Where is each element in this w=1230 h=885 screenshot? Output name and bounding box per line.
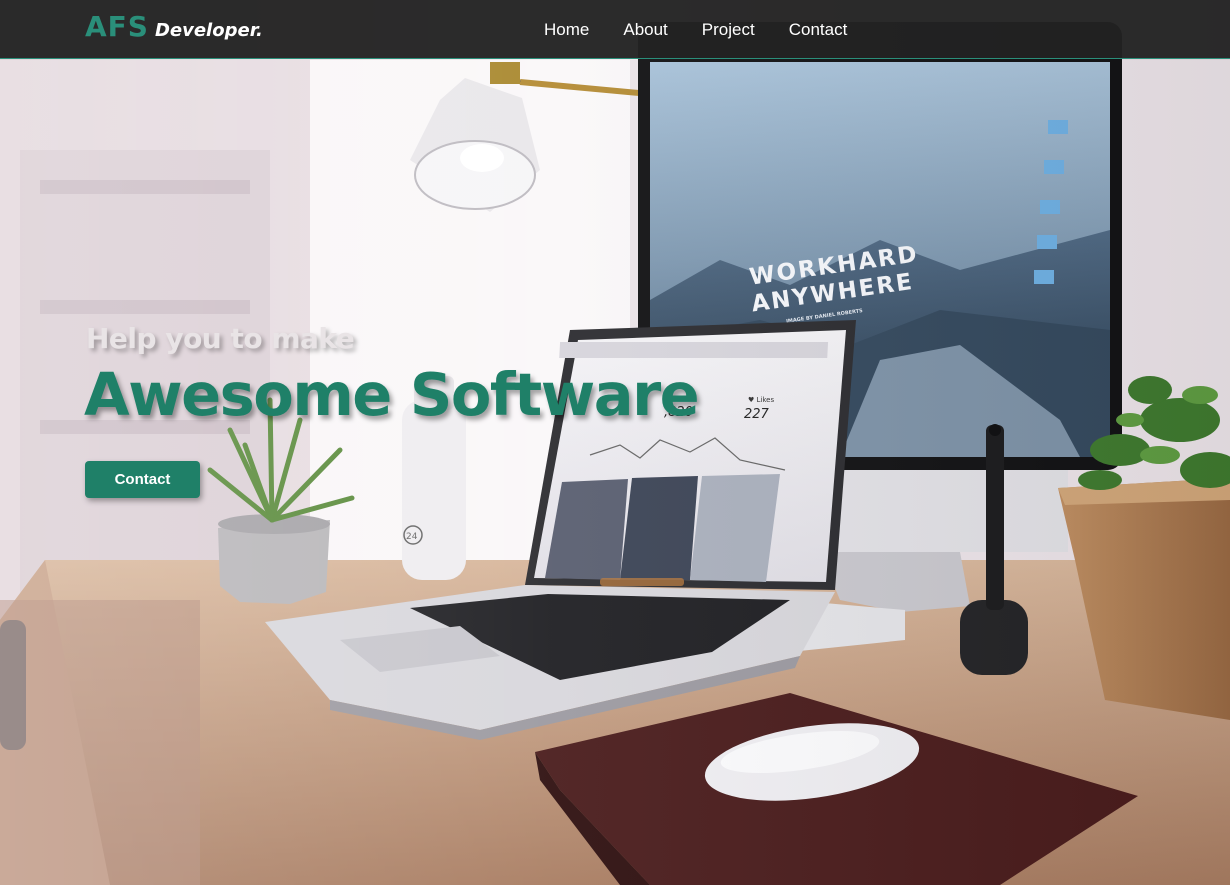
page: WORKHARD ANYWHERE IMAGE BY DANIEL ROBERT… xyxy=(0,0,1230,885)
brand-primary: AFS xyxy=(85,10,149,43)
nav-link-about[interactable]: About xyxy=(623,20,667,40)
nav-links: Home About Project Contact xyxy=(544,20,847,40)
contact-button[interactable]: Contact xyxy=(85,461,200,498)
nav-link-project[interactable]: Project xyxy=(702,20,755,40)
laptop-likes-label: ♥ Likes xyxy=(748,396,774,404)
hero-background-image: WORKHARD ANYWHERE IMAGE BY DANIEL ROBERT… xyxy=(0,0,1230,885)
brand-secondary: Developer. xyxy=(154,20,263,41)
nav-link-contact[interactable]: Contact xyxy=(789,20,848,40)
brand-logo[interactable]: AFS Developer. xyxy=(85,10,263,43)
hero-subtitle: Help you to make xyxy=(86,322,355,355)
nav-link-home[interactable]: Home xyxy=(544,20,589,40)
laptop-likes-value: 227 xyxy=(744,407,770,422)
top-navbar: AFS Developer. Home About Project Contac… xyxy=(0,0,1230,59)
bottle-label: 24 xyxy=(406,532,418,542)
hero-title: Awesome Software xyxy=(84,360,700,429)
